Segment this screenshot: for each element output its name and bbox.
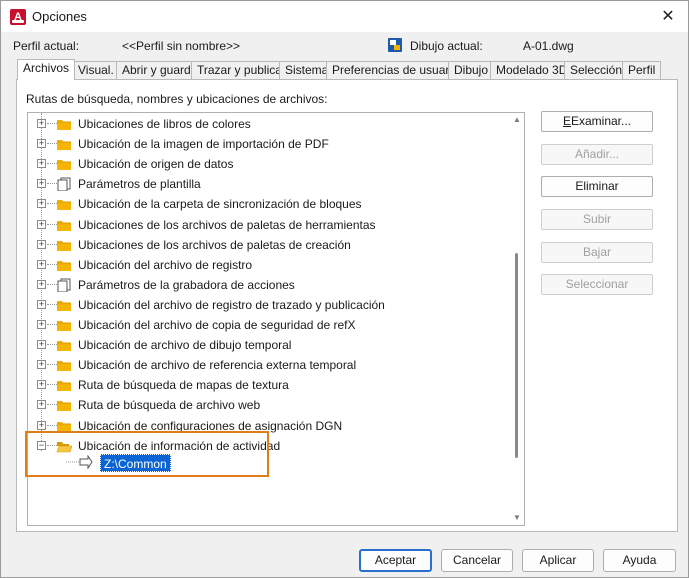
tab-plot-publish[interactable]: Trazar y publicar (191, 61, 292, 80)
tree-item-label: Ubicación del archivo de registro de tra… (78, 297, 385, 312)
tree-item[interactable]: + Ubicaciones de libros de colores (28, 114, 508, 134)
tree-item[interactable]: + Ubicación del archivo de copia de segur… (28, 315, 508, 335)
ok-button[interactable]: Aceptar (359, 549, 432, 572)
tree-item-label: Ubicación de archivo de referencia exter… (78, 358, 357, 373)
tree-item-label: Parámetros de la grabadora de acciones (78, 277, 295, 292)
folder-icon (57, 200, 71, 211)
tree-item-label: Ubicación del archivo de copia de seguri… (78, 318, 356, 332)
tree-item-label: Ubicaciones de los archivos de paletas d… (78, 217, 376, 232)
tree-item-label: Ubicación de la imagen de importación de… (78, 137, 329, 152)
tab-user-preferences[interactable]: Preferencias de usuario (326, 61, 465, 80)
tab-drafting[interactable]: Dibujo (448, 61, 495, 80)
browse-button[interactable]: EExaminar... (541, 111, 653, 132)
window-title: Opciones (32, 9, 87, 24)
expand-icon[interactable]: + (37, 340, 46, 350)
tab-selection[interactable]: Selección (564, 61, 629, 80)
folder-icon (57, 300, 71, 311)
expand-icon[interactable]: + (37, 420, 46, 430)
tree-item[interactable]: + Ubicaciones de los archivos de paletas … (28, 215, 508, 235)
expand-icon[interactable]: + (37, 199, 46, 209)
folder-icon (57, 120, 71, 130)
tree-item[interactable]: + Ubicación de la imagen de importación d… (28, 134, 508, 154)
folder-icon (57, 361, 71, 372)
folder-icon (57, 321, 71, 331)
tab-files[interactable]: Archivos (17, 59, 76, 80)
tree-item-label: Parámetros de plantilla (78, 177, 201, 192)
remove-button[interactable]: Eliminar (541, 176, 653, 197)
title-bar: A Opciones ✕ (1, 1, 688, 32)
close-button[interactable]: ✕ (648, 1, 688, 32)
expand-icon[interactable]: + (37, 279, 46, 289)
folder-icon (57, 140, 71, 151)
profile-info: Perfil actual: <<Perfil sin nombre>> Dib… (1, 39, 688, 55)
pages-icon (57, 278, 71, 292)
tree-item-label: Ruta de búsqueda de mapas de textura (78, 378, 289, 393)
tree-item[interactable]: + Ubicación de origen de datos (28, 154, 508, 174)
scroll-down-icon[interactable]: ▼ (513, 514, 521, 522)
expand-icon[interactable]: + (37, 259, 46, 269)
expand-icon[interactable]: + (37, 320, 46, 329)
add-button[interactable]: Añadir... (541, 144, 653, 165)
tree-item[interactable]: + Ubicación de archivo de dibujo temporal (28, 335, 508, 355)
drawing-file-icon (388, 38, 402, 52)
cancel-button[interactable]: Cancelar (441, 549, 513, 572)
tree-item-label: Ubicación del archivo de registro (78, 257, 253, 272)
tree-item[interactable]: + Ubicación del archivo de registro de tr… (28, 295, 508, 315)
options-dialog: A Opciones ✕ Perfil actual: <<Perfil sin… (0, 0, 689, 578)
folder-icon (57, 401, 71, 412)
tree-item[interactable]: + Parámetros de la grabadora de acciones (28, 275, 508, 295)
tree-item-label: Ubicaciones de los archivos de paletas d… (78, 237, 351, 252)
tree-item-label: Ruta de búsqueda de archivo web (78, 398, 261, 413)
move-up-button[interactable]: Subir (541, 209, 653, 230)
current-profile-label: Perfil actual: (13, 39, 80, 53)
tree-item[interactable]: + Ubicación de archivo de referencia exte… (28, 355, 508, 375)
tab-3d-modeling[interactable]: Modelado 3D (490, 61, 574, 80)
tree-item-label: Ubicación de la carpeta de sincronizació… (78, 197, 362, 212)
expand-icon[interactable]: + (37, 299, 46, 309)
tab-display[interactable]: Visual. (72, 61, 120, 80)
tree-item[interactable]: + Ruta de búsqueda de archivo web (28, 395, 508, 415)
tree-item-label: Ubicación de origen de datos (78, 157, 234, 172)
selected-path-value[interactable]: Z:\Common (100, 454, 171, 472)
pages-icon (57, 177, 71, 192)
move-down-button[interactable]: Bajar (541, 242, 653, 263)
expand-icon[interactable]: + (37, 179, 46, 189)
current-drawing-value: A-01.dwg (523, 39, 574, 53)
help-button[interactable]: Ayuda (603, 549, 676, 572)
expand-icon[interactable]: + (37, 360, 46, 370)
folder-icon (57, 160, 71, 171)
folder-icon (57, 240, 71, 251)
expand-icon[interactable]: + (37, 159, 46, 169)
scroll-up-icon[interactable]: ▲ (513, 116, 521, 124)
folder-icon (57, 220, 71, 231)
search-paths-label: Rutas de búsqueda, nombres y ubicaciones… (26, 92, 328, 106)
expand-icon[interactable]: + (37, 219, 46, 229)
folder-icon (57, 260, 71, 271)
path-arrow-icon (66, 455, 93, 469)
expand-icon[interactable]: + (37, 400, 46, 410)
tree-item-label: Ubicaciones de libros de colores (78, 117, 251, 131)
tree-item[interactable]: + Ubicación de la carpeta de sincronizaci… (28, 194, 508, 214)
tree-item-label: Ubicación de archivo de dibujo temporal (78, 338, 292, 353)
expand-icon[interactable]: + (37, 380, 46, 390)
expand-icon[interactable]: + (37, 239, 46, 249)
tree-item[interactable]: + Ruta de búsqueda de mapas de textura (28, 375, 508, 395)
tree-item[interactable]: + Ubicaciones de los archivos de paletas … (28, 235, 508, 255)
scroll-thumb[interactable] (515, 253, 518, 458)
apply-button[interactable]: Aplicar (522, 549, 594, 572)
current-profile-value: <<Perfil sin nombre>> (122, 39, 241, 53)
folder-icon (57, 381, 71, 392)
tree-scrollbar[interactable]: ▲ ▼ (510, 113, 524, 525)
tree-item[interactable]: + Parámetros de plantilla (28, 174, 508, 194)
set-current-button[interactable]: Seleccionar (541, 274, 653, 295)
tree-item[interactable]: + Ubicación del archivo de registro (28, 255, 508, 275)
current-drawing-label: Dibujo actual: (410, 39, 483, 53)
tab-profiles[interactable]: Perfil (622, 61, 662, 80)
expand-icon[interactable]: + (37, 119, 46, 128)
folder-icon (57, 341, 71, 352)
expand-icon[interactable]: + (37, 139, 46, 149)
autocad-logo-icon: A (10, 9, 26, 25)
